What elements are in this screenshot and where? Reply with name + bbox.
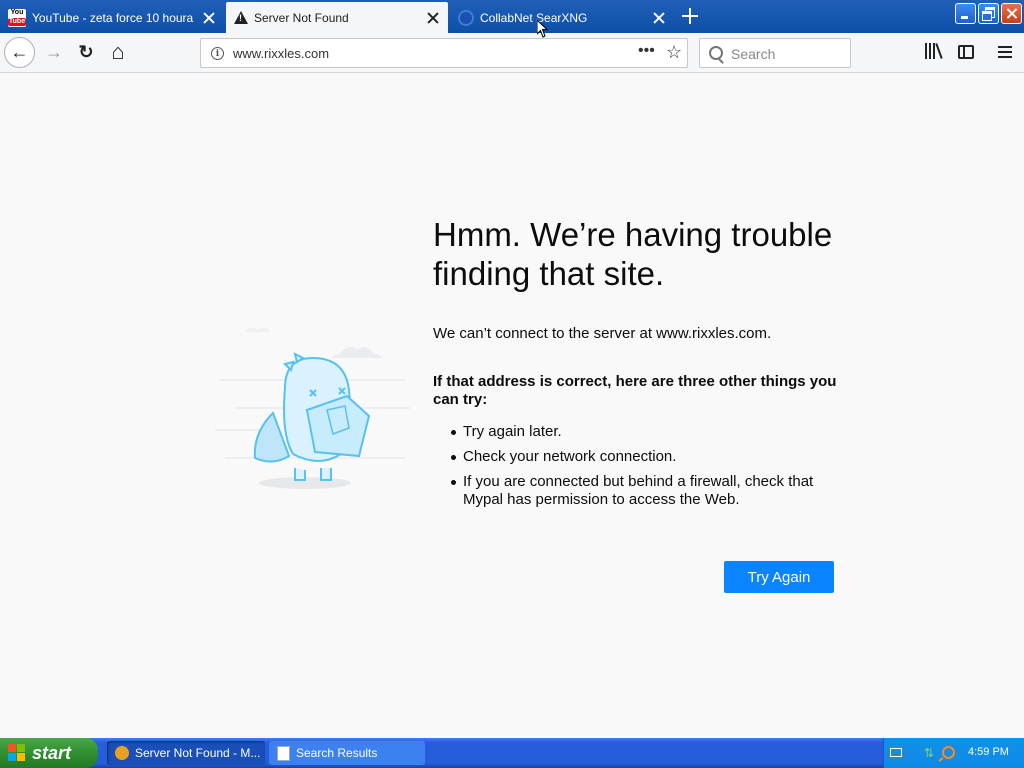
searxng-icon	[458, 9, 474, 26]
suggestions-list: Try again later. Check your network conn…	[433, 423, 833, 516]
search-placeholder: Search	[731, 46, 776, 62]
new-tab-button[interactable]	[680, 6, 700, 26]
network-icon[interactable]: ⇅	[924, 747, 936, 759]
info-icon[interactable]: i	[211, 47, 224, 60]
taskbar-item-label: Search Results	[296, 746, 378, 760]
tab-server-not-found[interactable]: Server Not Found	[226, 2, 448, 33]
tab-youtube[interactable]: You Tube YouTube - zeta force 10 houra	[0, 2, 224, 33]
url-text[interactable]: www.rixxles.com	[233, 46, 329, 61]
search-bar[interactable]: Search	[699, 38, 851, 68]
youtube-icon: You Tube	[8, 8, 26, 27]
sidebar-toggle-icon[interactable]	[958, 45, 974, 59]
confused-dinosaur-illustration	[215, 327, 410, 489]
clock[interactable]: 4:59 PM	[968, 746, 1009, 758]
close-tab-icon[interactable]	[426, 11, 440, 25]
close-tab-icon[interactable]	[202, 11, 216, 25]
list-item: If you are connected but behind a firewa…	[433, 473, 833, 509]
forward-arrow-icon: →	[45, 41, 63, 62]
tab-title: Server Not Found	[254, 10, 349, 25]
taskbar-item-search-results[interactable]: Search Results	[269, 741, 425, 765]
forward-button[interactable]: →	[40, 38, 68, 66]
back-arrow-icon: ←	[10, 42, 29, 62]
list-item: Check your network connection.	[433, 448, 833, 466]
error-title: Hmm. We’re having trouble finding that s…	[433, 216, 833, 292]
home-button[interactable]: ⌂	[104, 38, 132, 66]
minimize-button[interactable]	[955, 3, 976, 24]
windows-logo-icon	[8, 744, 26, 762]
restore-button[interactable]	[978, 3, 999, 24]
tab-title: YouTube - zeta force 10 houra	[32, 10, 194, 25]
reload-icon: ↻	[78, 41, 94, 62]
page-actions-icon[interactable]: •••	[638, 42, 655, 60]
error-page: Hmm. We’re having trouble finding that s…	[0, 73, 1024, 738]
taskbar-item-label: Server Not Found - M...	[135, 746, 261, 760]
warning-icon	[234, 11, 248, 24]
close-tab-icon[interactable]	[652, 11, 666, 25]
list-item: Try again later.	[433, 423, 833, 441]
try-again-button[interactable]: Try Again	[724, 561, 834, 593]
error-description: We can’t connect to the server at www.ri…	[433, 325, 772, 342]
navigation-toolbar: ← → ↻ ⌂ i www.rixxles.com ••• ☆ Search	[0, 33, 1024, 73]
close-window-button[interactable]	[1001, 3, 1022, 24]
keyboard-icon[interactable]	[890, 748, 902, 757]
bookmark-star-icon[interactable]: ☆	[666, 42, 682, 63]
taskbar: start Server Not Found - M... Search Res…	[0, 738, 1024, 768]
search-icon	[709, 46, 723, 60]
tab-strip: You Tube YouTube - zeta force 10 houra S…	[0, 0, 1024, 33]
search-tray-icon[interactable]	[942, 746, 955, 759]
suggestions-heading: If that address is correct, here are thr…	[433, 373, 837, 408]
hamburger-menu-icon[interactable]	[998, 46, 1012, 58]
tab-title: CollabNet SearXNG	[480, 10, 588, 25]
tab-searxng[interactable]: CollabNet SearXNG	[450, 2, 674, 33]
mouse-cursor-icon	[537, 20, 549, 38]
library-icon[interactable]	[925, 43, 943, 59]
home-icon: ⌂	[111, 39, 125, 64]
back-button[interactable]: ←	[4, 37, 35, 68]
browser-icon	[115, 746, 129, 760]
taskbar-item-browser[interactable]: Server Not Found - M...	[107, 741, 265, 765]
document-icon	[277, 745, 290, 761]
start-label: start	[32, 742, 72, 763]
system-tray: ⇅ 4:59 PM	[883, 738, 1024, 768]
start-button[interactable]: start	[0, 738, 98, 768]
url-bar[interactable]: i www.rixxles.com ••• ☆	[200, 38, 688, 68]
reload-button[interactable]: ↻	[72, 38, 100, 66]
